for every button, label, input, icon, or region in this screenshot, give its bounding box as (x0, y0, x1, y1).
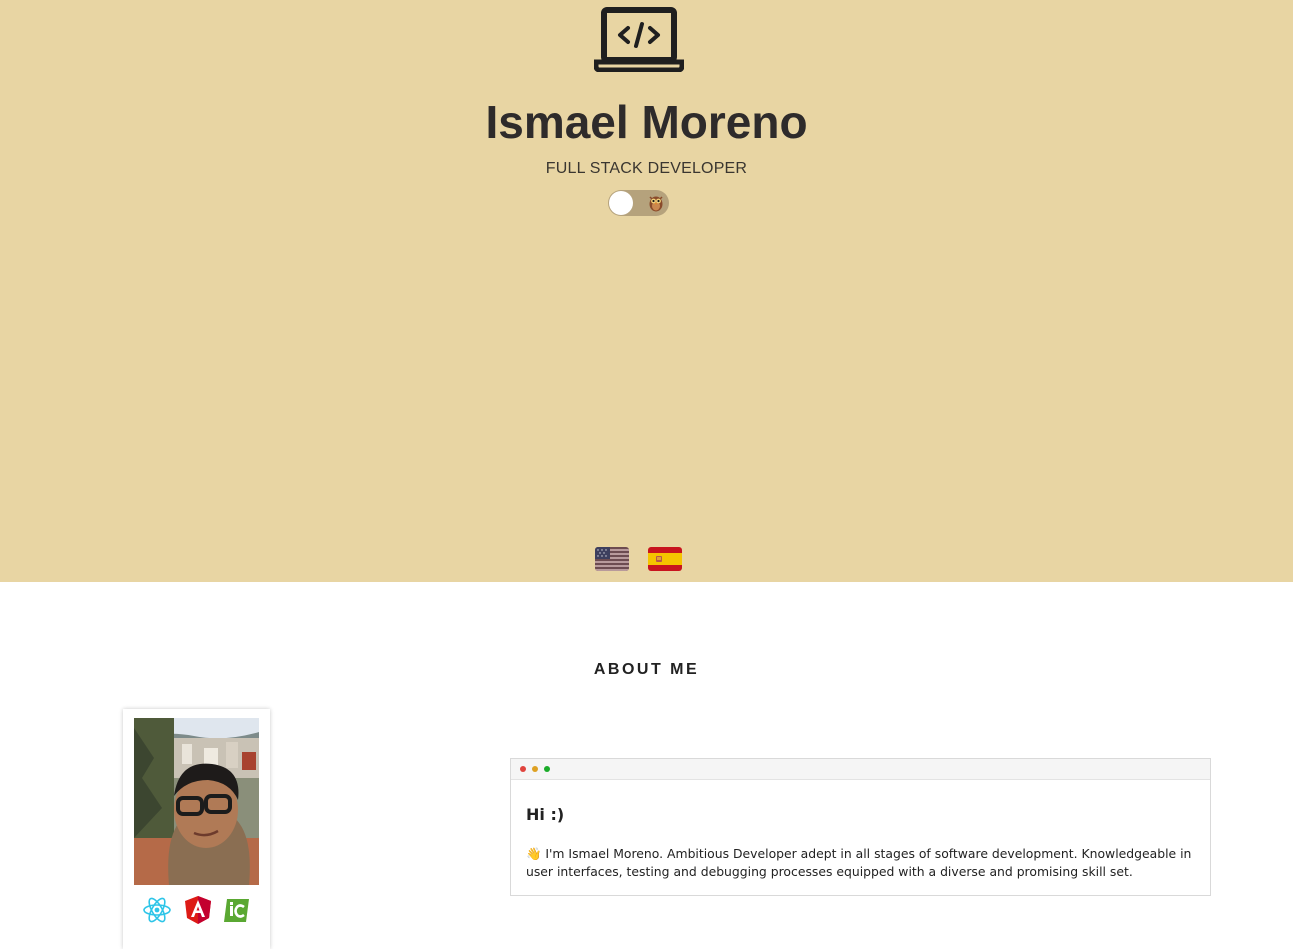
about-card: Hi :) 👋 I'm Ismael Moreno. Ambitious Dev… (510, 758, 1211, 896)
window-title-bar (511, 759, 1210, 780)
window-dot-green (544, 766, 550, 772)
language-spanish-button[interactable] (648, 547, 682, 571)
profile-card (123, 709, 270, 949)
spain-flag-icon (648, 547, 682, 571)
about-card-text: 👋 I'm Ismael Moreno. Ambitious Developer… (526, 846, 1192, 879)
react-icon (143, 897, 171, 923)
about-card-heading: Hi :) (526, 805, 565, 824)
us-flag-icon (595, 547, 629, 571)
page-title: Ismael Moreno (485, 96, 808, 148)
language-english-button[interactable] (595, 547, 629, 571)
window-dot-yellow (532, 766, 538, 772)
angular-icon (185, 896, 211, 924)
toggle-knob[interactable] (609, 191, 633, 215)
laptop-code-icon (594, 7, 684, 72)
owl-icon (649, 196, 663, 212)
job-title: FULL STACK DEVELOPER (545, 160, 748, 177)
ionic-icon (224, 899, 249, 922)
section-title: ABOUT ME (593, 661, 700, 679)
theme-toggle[interactable] (608, 190, 669, 216)
window-dot-red (520, 766, 526, 772)
hero-section: Ismael Moreno FULL STACK DEVELOPER (0, 0, 1293, 582)
profile-photo (134, 718, 259, 885)
